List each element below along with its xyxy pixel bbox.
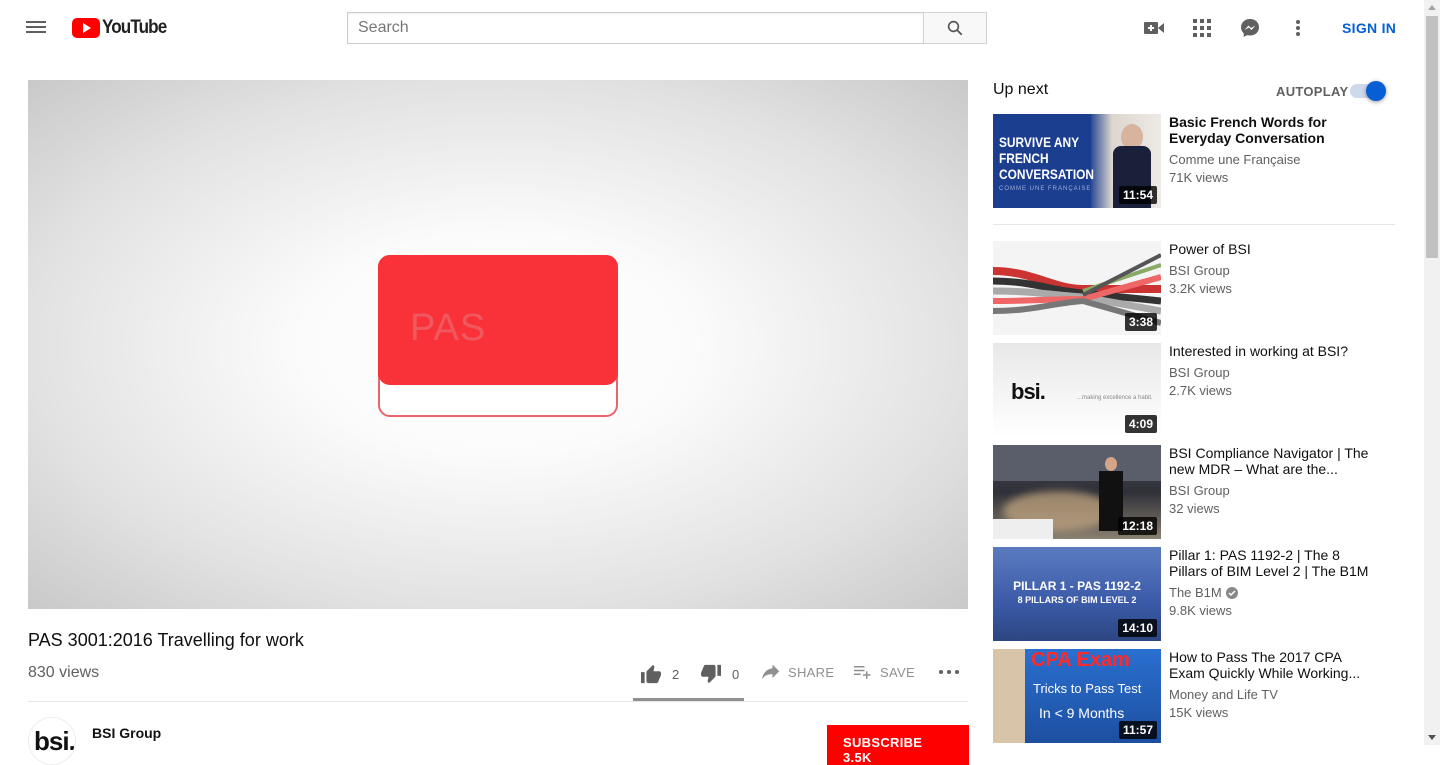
video-channel: Comme une Française xyxy=(1169,152,1301,167)
share-button[interactable]: SHARE xyxy=(762,664,834,680)
search-bar xyxy=(347,12,987,44)
up-next-video[interactable]: CPA Exam Tricks to Pass Test In < 9 Mont… xyxy=(993,649,1395,743)
speaker-figure xyxy=(1105,457,1117,471)
section-divider xyxy=(993,224,1395,225)
video-thumbnail: 3:38 xyxy=(993,241,1161,335)
scroll-up-icon[interactable] xyxy=(1428,5,1436,10)
up-next-video[interactable]: 12:18 BSI Compliance Navigator | The new… xyxy=(993,445,1395,539)
menu-icon[interactable] xyxy=(24,18,48,38)
video-channel: BSI Group xyxy=(1169,483,1230,498)
channel-name[interactable]: BSI Group xyxy=(92,725,161,741)
video-views: 3.2K views xyxy=(1169,281,1232,296)
playlist-add-icon xyxy=(854,666,871,679)
video-channel: BSI Group xyxy=(1169,365,1230,380)
thumbnail-tagline: ...making excellence a habit. xyxy=(1077,395,1153,401)
divider xyxy=(28,701,968,702)
video-channel: Money and Life TV xyxy=(1169,687,1278,702)
video-title: Pillar 1: PAS 1192-2 | The 8 Pillars of … xyxy=(1169,547,1369,579)
video-duration: 4:09 xyxy=(1124,415,1157,433)
video-title: BSI Compliance Navigator | The new MDR –… xyxy=(1169,445,1369,477)
video-duration: 12:18 xyxy=(1118,517,1157,535)
dislike-count: 0 xyxy=(732,666,740,682)
video-title: Power of BSI xyxy=(1169,241,1251,257)
up-next-heading: Up next xyxy=(993,81,1049,98)
up-next-video[interactable]: bsi. ...making excellence a habit. 4:09 … xyxy=(993,343,1395,437)
thumbs-down-icon xyxy=(701,664,721,684)
share-icon xyxy=(762,664,780,680)
thumbnail-subtext-2: In < 9 Months xyxy=(1039,705,1125,721)
apps-grid-icon[interactable] xyxy=(1190,16,1214,40)
video-channel: The B1M xyxy=(1169,585,1238,600)
channel-avatar[interactable]: bsi. xyxy=(28,717,76,765)
thumbnail-text: CPA Exam xyxy=(1031,649,1130,671)
sign-in-button[interactable]: SIGN IN xyxy=(1342,20,1396,36)
pas-logo: PAS xyxy=(378,255,618,417)
play-logo-icon xyxy=(72,18,100,38)
video-duration: 11:57 xyxy=(1118,721,1157,739)
video-player[interactable]: PAS xyxy=(28,80,968,609)
create-video-icon[interactable] xyxy=(1142,16,1166,40)
video-views: 2.7K views xyxy=(1169,383,1232,398)
share-label: SHARE xyxy=(788,664,835,680)
autoplay-toggle[interactable] xyxy=(1350,81,1386,101)
save-label: SAVE xyxy=(880,664,915,680)
channel-name-text: The B1M xyxy=(1169,585,1222,600)
video-views: 32 views xyxy=(1169,501,1220,516)
thumbnail-text: PILLAR 1 - PAS 1192-2 xyxy=(1013,579,1141,593)
logo-text: YouTube xyxy=(102,17,167,38)
like-button[interactable]: 2 xyxy=(640,664,679,684)
video-views: 15K views xyxy=(1169,705,1229,720)
video-thumbnail: PILLAR 1 - PAS 1192-2 8 PILLARS OF BIM L… xyxy=(993,547,1161,641)
messages-icon[interactable] xyxy=(1238,16,1262,40)
save-button[interactable]: SAVE xyxy=(854,664,915,680)
page-scrollbar[interactable] xyxy=(1424,0,1440,745)
thumbnail-text: SURVIVE ANY FRENCH CONVERSATION xyxy=(999,134,1094,182)
thumbnail-subtext: COMME UNE FRANÇAISE xyxy=(999,186,1092,192)
youtube-logo[interactable]: YouTube xyxy=(72,17,173,39)
like-count: 2 xyxy=(672,666,680,682)
video-views: 9.8K views xyxy=(1169,603,1232,618)
autoplay-label: AUTOPLAY xyxy=(1276,84,1349,99)
video-thumbnail: 12:18 xyxy=(993,445,1161,539)
scrollbar-thumb[interactable] xyxy=(1426,16,1438,258)
video-thumbnail: SURVIVE ANY FRENCH CONVERSATION COMME UN… xyxy=(993,114,1161,208)
video-title: How to Pass The 2017 CPA Exam Quickly Wh… xyxy=(1169,649,1361,681)
masthead: YouTube SIGN IN xyxy=(0,0,1424,56)
view-count: 830 views xyxy=(28,664,100,681)
subscribe-button[interactable]: SUBSCRIBE 3.5K xyxy=(827,725,969,765)
video-thumbnail: bsi. ...making excellence a habit. 4:09 xyxy=(993,343,1161,437)
video-title: PAS 3001:2016 Travelling for work xyxy=(28,630,304,650)
thumbnail-subtext: 8 PILLARS OF BIM LEVEL 2 xyxy=(1017,595,1137,605)
scroll-down-icon[interactable] xyxy=(1428,735,1436,740)
up-next-video[interactable]: SURVIVE ANY FRENCH CONVERSATION COMME UN… xyxy=(993,114,1395,208)
video-duration: 3:38 xyxy=(1124,313,1157,331)
thumbnail-subtext: Tricks to Pass Test xyxy=(1033,681,1142,696)
video-duration: 14:10 xyxy=(1118,619,1157,637)
video-title: Interested in working at BSI? xyxy=(1169,343,1348,359)
pas-logo-text: PAS xyxy=(410,307,487,349)
video-thumbnail: CPA Exam Tricks to Pass Test In < 9 Mont… xyxy=(993,649,1161,743)
search-input[interactable] xyxy=(347,12,923,44)
channel-avatar-text: bsi. xyxy=(34,726,75,756)
thumbs-up-icon xyxy=(641,664,661,684)
video-duration: 11:54 xyxy=(1118,186,1157,204)
up-next-video[interactable]: PILLAR 1 - PAS 1192-2 8 PILLARS OF BIM L… xyxy=(993,547,1395,641)
video-title: Basic French Words for Everyday Conversa… xyxy=(1169,114,1327,146)
up-next-video[interactable]: 3:38 Power of BSI BSI Group 3.2K views xyxy=(993,241,1395,335)
dislike-button[interactable]: 0 xyxy=(700,664,739,684)
bsi-logo: bsi. xyxy=(1011,379,1046,404)
more-actions-icon[interactable] xyxy=(938,668,960,676)
video-channel: BSI Group xyxy=(1169,263,1230,278)
search-button[interactable] xyxy=(923,12,987,44)
verified-icon xyxy=(1225,586,1238,599)
more-vertical-icon[interactable] xyxy=(1286,16,1310,40)
search-icon xyxy=(947,20,963,36)
video-views: 71K views xyxy=(1169,170,1229,185)
